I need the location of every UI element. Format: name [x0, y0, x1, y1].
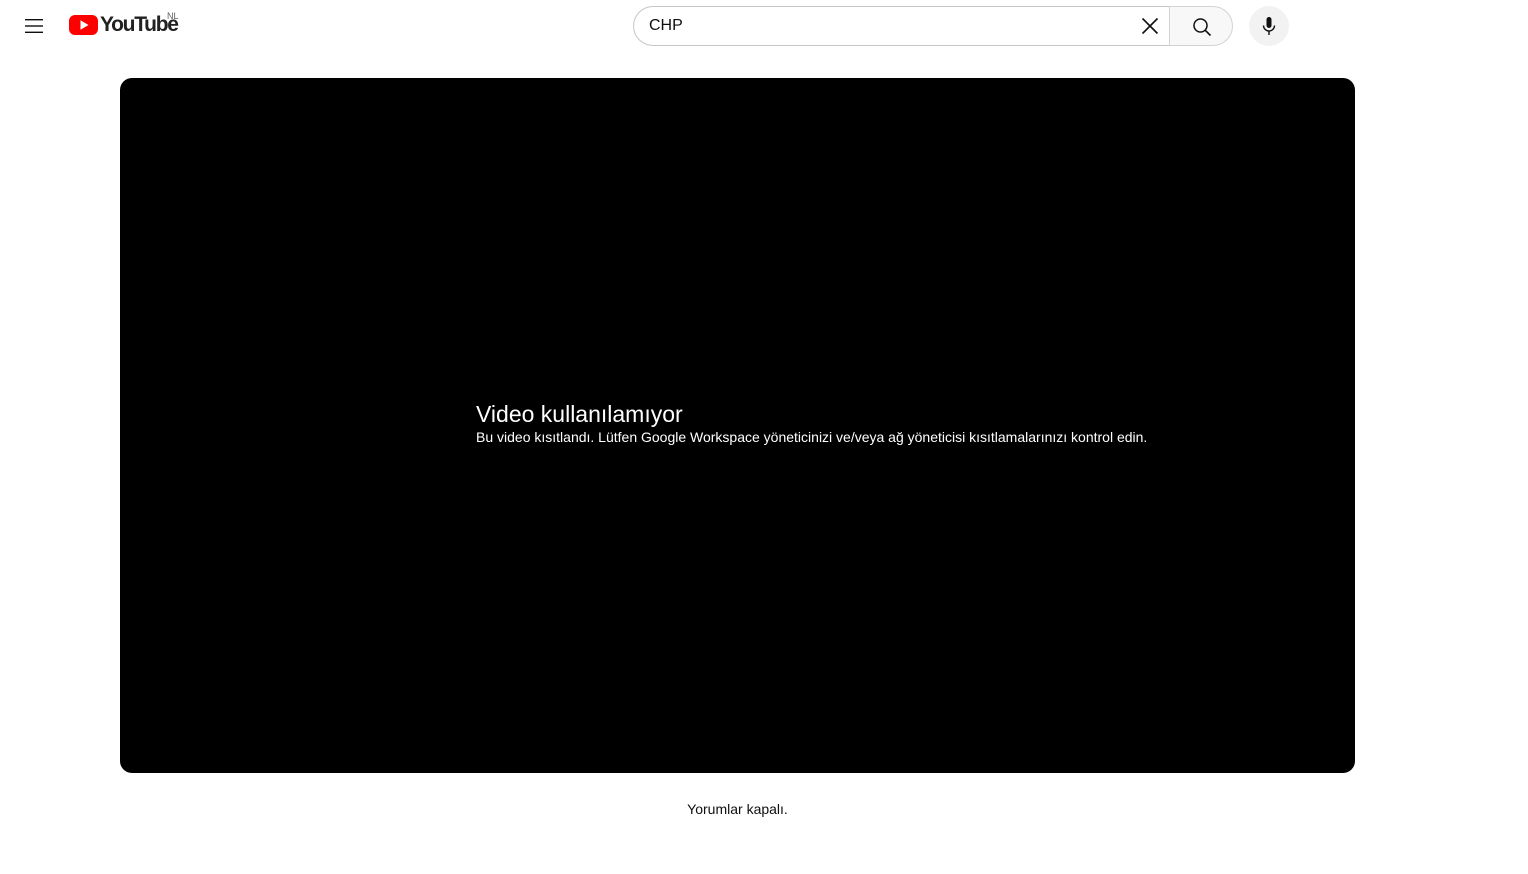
close-icon — [1141, 17, 1159, 35]
voice-search-button[interactable] — [1249, 6, 1289, 46]
search-button[interactable] — [1169, 6, 1233, 46]
logo-wordmark: YouTube — [100, 13, 179, 36]
video-player[interactable]: Video kullanılamıyor Bu video kısıtlandı… — [120, 78, 1355, 773]
comments-disabled-message: Yorumlar kapalı. — [687, 801, 788, 817]
player-error-message: Video kullanılamıyor Bu video kısıtlandı… — [476, 399, 1336, 447]
error-title: Video kullanılamıyor — [476, 401, 683, 427]
youtube-logo[interactable]: YouTube NL — [69, 11, 179, 38]
masthead: YouTube NL — [0, 0, 1528, 56]
search-icon — [1193, 18, 1212, 37]
clear-search-button[interactable] — [1132, 8, 1168, 44]
microphone-icon — [1262, 17, 1276, 35]
error-subtitle: Bu video kısıtlandı. Lütfen Google Works… — [476, 429, 1148, 445]
hamburger-menu-icon — [25, 19, 43, 33]
guide-menu-button[interactable] — [16, 8, 52, 44]
search-box — [633, 6, 1170, 46]
country-code: NL — [167, 11, 179, 21]
youtube-play-icon — [69, 15, 98, 35]
search-input[interactable] — [649, 15, 1129, 37]
